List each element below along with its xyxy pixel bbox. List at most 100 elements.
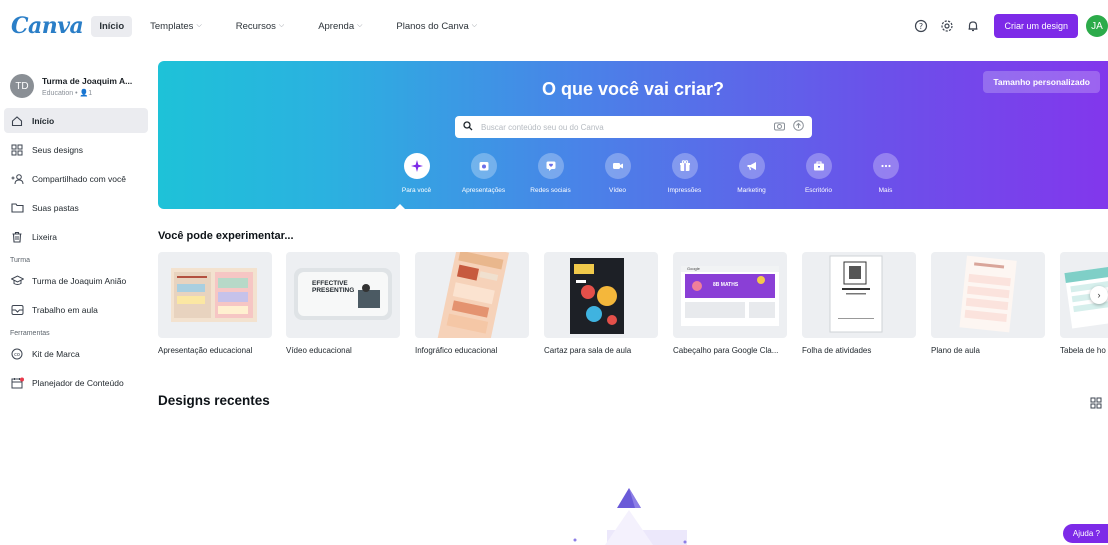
- search-icon: [463, 118, 473, 136]
- sidebar-item-label: Turma de Joaquim Anião: [32, 275, 127, 286]
- tab-apresentacoes[interactable]: Apresentações: [450, 153, 517, 194]
- sidebar-item-kit-marca[interactable]: co Kit de Marca: [4, 341, 148, 366]
- nav-item-label: Planos do Canva: [396, 20, 469, 32]
- recent-designs-title: Designs recentes: [158, 393, 270, 408]
- tab-video[interactable]: Vídeo: [584, 153, 651, 194]
- nav-item-label: Recursos: [235, 20, 276, 32]
- sidebar-item-inicio[interactable]: Início: [4, 108, 148, 133]
- template-thumbnail: Google 8B MATHS: [673, 252, 787, 338]
- tab-impressoes[interactable]: Impressões: [651, 153, 718, 194]
- custom-size-button[interactable]: Tamanho personalizado: [983, 71, 1100, 93]
- nav-item-inicio[interactable]: Início: [91, 15, 133, 37]
- help-icon[interactable]: ?: [912, 17, 930, 35]
- bell-icon[interactable]: [964, 17, 982, 35]
- tab-para-voce[interactable]: Para você: [383, 153, 450, 194]
- suggestions-carousel: Apresentação educacional EFFECTIVE PRESE…: [158, 252, 1108, 362]
- tab-label: Escritório: [804, 187, 833, 194]
- sidebar-item-planejador[interactable]: Planejador de Conteúdo: [4, 370, 148, 395]
- tab-redes-sociais[interactable]: Redes sociais: [517, 153, 584, 194]
- sidebar-item-lixeira[interactable]: Lixeira: [4, 224, 148, 249]
- nav-item-recursos[interactable]: Recursos ⌵: [228, 16, 292, 37]
- sidebar-item-label: Seus designs: [32, 144, 84, 155]
- presentation-icon: [470, 153, 497, 179]
- upload-icon[interactable]: [793, 118, 804, 136]
- heart-chat-icon: [537, 153, 564, 179]
- template-thumbnail: EFFECTIVE PRESENTING: [286, 252, 400, 338]
- tab-label: Redes sociais: [530, 187, 571, 194]
- search-input[interactable]: Buscar conteúdo seu ou do Canva: [481, 123, 774, 132]
- suggestions-title: Você pode experimentar...: [158, 230, 294, 242]
- sidebar-item-label: Compartilhado com você: [32, 173, 127, 184]
- template-thumbnail: [415, 252, 529, 338]
- assignment-icon: [10, 303, 24, 317]
- nav-item-planos[interactable]: Planos do Canva ⌵: [388, 16, 485, 37]
- grid-icon: [10, 143, 24, 157]
- sidebar-item-label: Trabalho em aula: [32, 304, 98, 315]
- category-tabs: Para você Apresentações Redes sociais Ví…: [383, 153, 919, 194]
- briefcase-icon: [805, 153, 832, 179]
- template-card[interactable]: Infográfico educacional: [415, 252, 529, 355]
- template-card[interactable]: Cartaz para sala de aula: [544, 252, 658, 355]
- tab-mais[interactable]: Mais: [852, 153, 919, 194]
- template-label: Tabela de ho: [1060, 346, 1106, 355]
- carousel-next-button[interactable]: ›: [1090, 286, 1108, 304]
- folder-icon: [10, 201, 24, 215]
- search-bar[interactable]: Buscar conteúdo seu ou do Canva: [455, 116, 812, 138]
- megaphone-icon: [738, 153, 765, 179]
- sidebar-item-trabalho[interactable]: Trabalho em aula: [4, 297, 148, 322]
- calendar-icon: [10, 376, 24, 390]
- sidebar: TD Turma de Joaquim A... Education • 👤1 …: [0, 52, 152, 545]
- nav-actions: ? Criar um design JA: [912, 0, 1108, 52]
- user-avatar[interactable]: JA: [1086, 15, 1108, 37]
- sidebar-item-compartilhado[interactable]: Compartilhado com você: [4, 166, 148, 191]
- sidebar-item-label: Kit de Marca: [32, 348, 80, 359]
- brand-kit-icon: co: [10, 347, 24, 361]
- tab-marketing[interactable]: Marketing: [718, 153, 785, 194]
- sidebar-item-label: Suas pastas: [32, 202, 79, 213]
- nav-item-label: Aprenda: [318, 20, 355, 32]
- tab-escritorio[interactable]: Escritório: [785, 153, 852, 194]
- active-tab-caret: [395, 204, 405, 209]
- top-nav: Canva Início Templates ⌵ Recursos ⌵ Aprend…: [0, 0, 1108, 52]
- template-card[interactable]: EFFECTIVE PRESENTING Vídeo educacional: [286, 252, 400, 355]
- tab-label: Apresentações: [461, 187, 506, 194]
- tab-label: Mais: [878, 187, 893, 194]
- team-switcher[interactable]: TD Turma de Joaquim A... Education • 👤1: [0, 52, 152, 106]
- template-card[interactable]: Plano de aula: [931, 252, 1045, 355]
- empty-state-illustration: [555, 488, 715, 545]
- sidebar-item-seus-designs[interactable]: Seus designs: [4, 137, 148, 162]
- grid-view-icon[interactable]: [1090, 396, 1102, 409]
- svg-text:?: ?: [919, 22, 923, 31]
- team-avatar: TD: [10, 74, 34, 98]
- template-label: Apresentação educacional: [158, 346, 253, 355]
- hero-title: O que você vai criar?: [541, 79, 725, 99]
- sidebar-section-tools: Ferramentas: [10, 330, 50, 337]
- nav-item-aprenda[interactable]: Aprenda ⌵: [310, 16, 370, 37]
- camera-search-icon[interactable]: [774, 118, 785, 136]
- tab-label: Impressões: [667, 187, 702, 194]
- help-button[interactable]: Ajuda ?: [1062, 524, 1108, 543]
- sparkle-icon: [403, 153, 430, 179]
- template-card[interactable]: Folha de atividades: [802, 252, 916, 355]
- svg-text:co: co: [14, 352, 20, 358]
- template-card[interactable]: Google 8B MATHS Cabeçalho para Google Cl…: [673, 252, 787, 355]
- sidebar-section-turma: Turma: [10, 257, 30, 264]
- trash-icon: [10, 230, 24, 244]
- nav-item-label: Início: [99, 20, 125, 32]
- more-icon: [872, 153, 899, 179]
- tab-label: Para você: [401, 187, 432, 194]
- team-name: Turma de Joaquim A...: [42, 75, 133, 86]
- canva-logo[interactable]: Canva: [11, 13, 84, 39]
- sidebar-item-pastas[interactable]: Suas pastas: [4, 195, 148, 220]
- tab-label: Marketing: [737, 187, 766, 194]
- create-design-button[interactable]: Criar um design: [994, 14, 1078, 38]
- settings-icon[interactable]: [938, 17, 956, 35]
- template-card[interactable]: Apresentação educacional: [158, 252, 272, 355]
- sidebar-item-turma[interactable]: Turma de Joaquim Anião: [4, 268, 148, 293]
- nav-item-templates[interactable]: Templates ⌵: [142, 16, 210, 37]
- thumb-text: EFFECTIVE PRESENTING: [312, 280, 355, 294]
- hero-banner: O que você vai criar? Tamanho personaliz…: [158, 61, 1108, 209]
- chevron-down-icon: ⌵: [278, 22, 285, 29]
- sidebar-item-label: Planejador de Conteúdo: [32, 377, 124, 388]
- sidebar-item-label: Lixeira: [32, 231, 58, 242]
